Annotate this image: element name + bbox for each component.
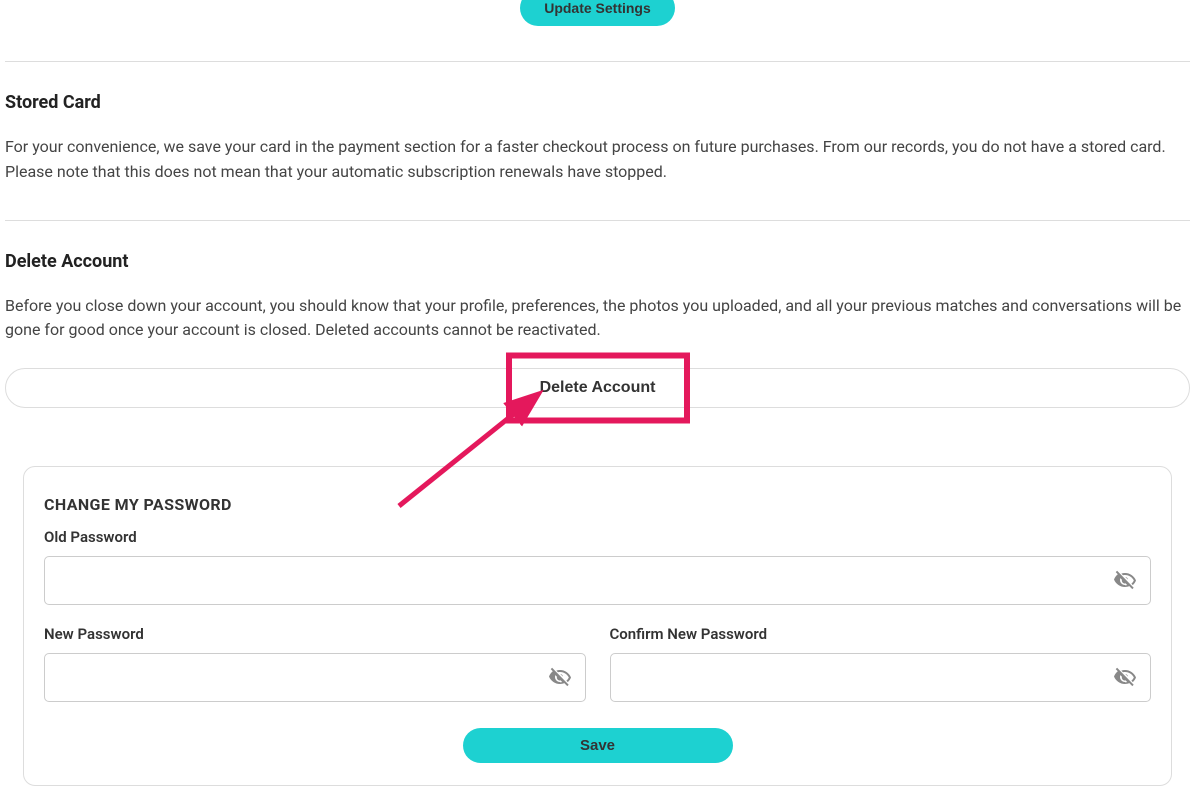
visibility-off-icon[interactable] <box>1113 569 1137 593</box>
visibility-off-icon[interactable] <box>548 666 572 690</box>
delete-account-body: Before you close down your account, you … <box>5 294 1190 344</box>
new-password-label: New Password <box>44 625 586 643</box>
delete-account-heading: Delete Account <box>5 251 1190 272</box>
delete-account-button[interactable]: Delete Account <box>5 368 1190 408</box>
stored-card-heading: Stored Card <box>5 92 1190 113</box>
visibility-off-icon[interactable] <box>1113 666 1137 690</box>
update-settings-button[interactable]: Update Settings <box>520 0 675 26</box>
stored-card-body: For your convenience, we save your card … <box>5 135 1190 185</box>
stored-card-section: Stored Card For your convenience, we sav… <box>5 62 1190 220</box>
delete-account-section: Delete Account Before you close down you… <box>5 221 1190 429</box>
old-password-input[interactable] <box>44 556 1151 605</box>
change-password-card: CHANGE MY PASSWORD Old Password New Pass… <box>23 466 1172 786</box>
confirm-password-input[interactable] <box>610 653 1152 702</box>
confirm-password-label: Confirm New Password <box>610 625 1152 643</box>
new-password-input[interactable] <box>44 653 586 702</box>
old-password-label: Old Password <box>44 528 1151 546</box>
change-password-heading: CHANGE MY PASSWORD <box>44 495 1151 514</box>
save-button[interactable]: Save <box>463 728 733 763</box>
